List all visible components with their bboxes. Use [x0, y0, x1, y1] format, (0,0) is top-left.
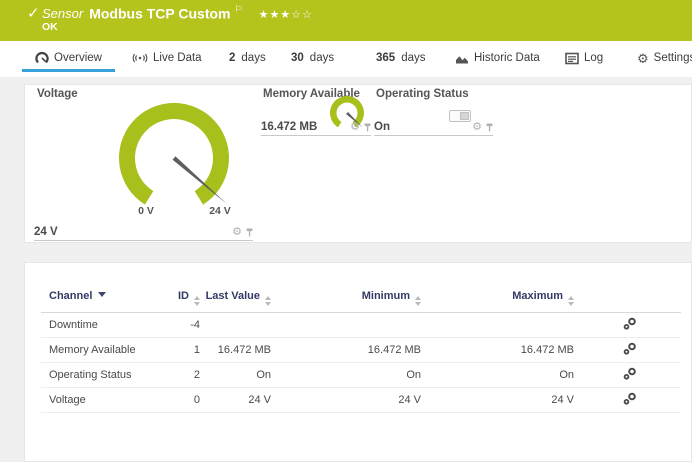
sort-icon: [265, 296, 271, 306]
channel-minimum: 24 V: [271, 388, 421, 413]
flag-icon[interactable]: ⚐: [235, 4, 243, 14]
channels-panel: Channel ID Last Value Minimum Maximum: [24, 262, 692, 462]
voltage-gauge: [99, 93, 249, 223]
table-row: Downtime -4: [41, 313, 681, 338]
object-kind-label: Sensor: [42, 6, 83, 21]
sensor-status-bar: ✓ Sensor Modbus TCP Custom ⚐ ★★★☆☆ OK: [0, 0, 692, 41]
tab-overview-label: Overview: [54, 52, 102, 64]
voltage-value: 24 V: [34, 226, 58, 238]
channel-minimum: [271, 313, 421, 338]
channel-id: 1: [151, 338, 200, 363]
channel-gear-icon[interactable]: ⚙: [350, 122, 360, 133]
col-header-maximum[interactable]: Maximum: [421, 287, 574, 313]
col-header-last-value[interactable]: Last Value: [200, 287, 271, 313]
stars-empty: ☆☆: [291, 9, 313, 21]
priority-stars[interactable]: ★★★☆☆: [259, 9, 313, 21]
gauges-panel: Voltage 0 V 24 V 24 V ⚙ Memory Available…: [24, 84, 692, 243]
tab-settings[interactable]: ⚙ Settings: [637, 49, 692, 67]
channel-last-value: 24 V: [200, 388, 271, 413]
col-header-minimum[interactable]: Minimum: [271, 287, 421, 313]
channel-last-value: On: [200, 363, 271, 388]
memory-value: 16.472 MB: [261, 121, 317, 133]
operating-status-value: On: [374, 121, 390, 133]
channel-settings-icon[interactable]: [623, 392, 637, 405]
channel-name[interactable]: Operating Status: [41, 363, 151, 388]
channel-maximum: On: [421, 363, 574, 388]
tab-30-days[interactable]: 30days: [291, 49, 334, 67]
channel-name[interactable]: Downtime: [41, 313, 151, 338]
tab-log-label: Log: [584, 52, 603, 64]
operating-status-title: Operating Status: [376, 88, 469, 100]
channels-table: Channel ID Last Value Minimum Maximum: [41, 287, 681, 413]
channel-name[interactable]: Voltage: [41, 388, 151, 413]
log-icon: [565, 52, 579, 65]
channel-minimum: 16.472 MB: [271, 338, 421, 363]
tab-365-days[interactable]: 365days: [376, 49, 425, 67]
pin-icon[interactable]: [486, 123, 493, 132]
active-tab-underline: [22, 69, 115, 72]
channel-maximum: 16.472 MB: [421, 338, 574, 363]
settings-gear-icon: ⚙: [637, 52, 649, 65]
channel-id: 2: [151, 363, 200, 388]
voltage-scale-min: 0 V: [129, 205, 163, 217]
channel-gear-icon[interactable]: ⚙: [232, 227, 242, 238]
voltage-gauge-title: Voltage: [37, 88, 78, 100]
gauge-icon: [35, 51, 49, 65]
channel-id: 0: [151, 388, 200, 413]
pin-icon[interactable]: [364, 123, 371, 132]
channel-last-value: [200, 313, 271, 338]
channel-settings-icon[interactable]: [623, 317, 637, 330]
tab-overview[interactable]: Overview: [22, 49, 115, 67]
sensor-status-text: OK: [42, 21, 58, 33]
pin-icon[interactable]: [246, 228, 253, 237]
col-header-id[interactable]: ID: [151, 287, 200, 313]
channel-id: -4: [151, 313, 200, 338]
stars-filled: ★★★: [259, 9, 292, 21]
tab-2-days[interactable]: 2days: [229, 49, 266, 67]
channel-maximum: [421, 313, 574, 338]
sort-desc-icon: [98, 292, 106, 297]
col-header-channel[interactable]: Channel: [41, 287, 151, 313]
tab-settings-label: Settings: [654, 52, 692, 64]
channel-minimum: On: [271, 363, 421, 388]
channel-gear-icon[interactable]: ⚙: [472, 122, 482, 133]
historic-chart-icon: [455, 52, 469, 65]
tab-historic-label: Historic Data: [474, 52, 540, 64]
channel-maximum: 24 V: [421, 388, 574, 413]
sensor-tabbar: Overview Live Data 2days 30days 365days …: [0, 41, 692, 77]
voltage-scale-max: 24 V: [203, 205, 237, 217]
channel-settings-icon[interactable]: [623, 367, 637, 380]
table-row: Voltage 0 24 V 24 V 24 V: [41, 388, 681, 413]
tab-live-data[interactable]: Live Data: [132, 49, 202, 67]
sensor-title: Modbus TCP Custom: [89, 5, 230, 21]
channel-settings-icon[interactable]: [623, 342, 637, 355]
tab-historic-data[interactable]: Historic Data: [455, 49, 540, 67]
sort-icon: [568, 296, 574, 306]
channel-last-value: 16.472 MB: [200, 338, 271, 363]
live-data-icon: [132, 51, 148, 65]
sort-icon: [194, 296, 200, 306]
ok-check-icon: ✓: [27, 4, 40, 22]
table-row: Memory Available 1 16.472 MB 16.472 MB 1…: [41, 338, 681, 363]
table-header-row: Channel ID Last Value Minimum Maximum: [41, 287, 681, 313]
tab-log[interactable]: Log: [565, 49, 603, 67]
sort-icon: [415, 296, 421, 306]
tab-live-data-label: Live Data: [153, 52, 202, 64]
col-header-actions: [574, 287, 681, 313]
channel-name[interactable]: Memory Available: [41, 338, 151, 363]
table-row: Operating Status 2 On On On: [41, 363, 681, 388]
